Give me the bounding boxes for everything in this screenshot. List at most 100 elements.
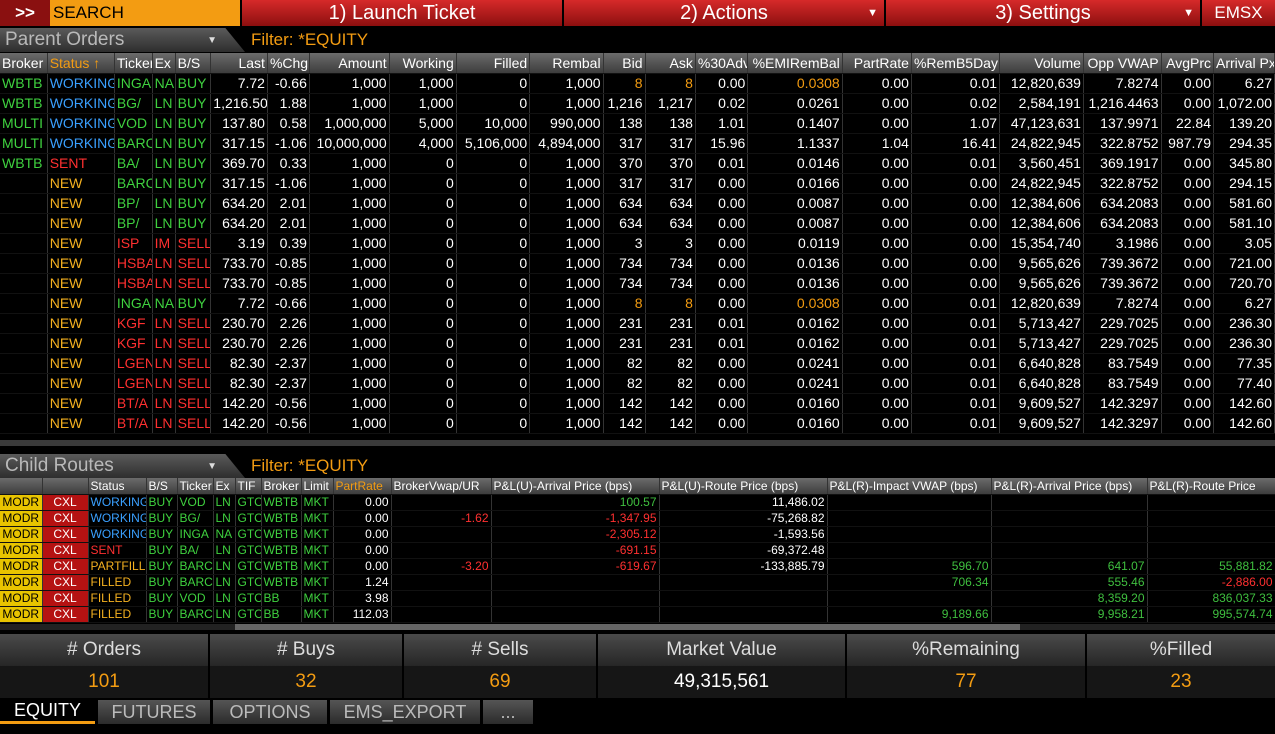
column-header[interactable]: Bid [603, 53, 646, 74]
cancel-route-button[interactable]: CXL [42, 542, 89, 559]
table-row[interactable]: MODR CXL FILLED BUY VOD LN GTC BB MKT 3.98 8,359.2… [0, 590, 1275, 607]
tab-ems-export[interactable]: EMS_EXPORT [330, 700, 480, 724]
modify-route-button[interactable]: MODR [0, 526, 43, 543]
settings-menu-button[interactable]: 3) Settings ▼ [884, 0, 1200, 26]
column-header[interactable]: Working [389, 53, 457, 74]
modify-route-button[interactable]: MODR [0, 558, 43, 575]
table-row[interactable]: MODR CXL WORKING BUY INGA NA GTC WBTB MKT 0.00 -2,… [0, 526, 1275, 543]
table-row[interactable]: WBTB WORKING BG/LN BUY 1,216.50 1.88 1,000 1,00… [0, 93, 1275, 114]
column-header[interactable]: Opp VWAP [1083, 53, 1162, 74]
parent-orders-tab[interactable]: Parent Orders ▼ [0, 28, 245, 52]
cancel-route-button[interactable]: CXL [42, 526, 89, 543]
column-header[interactable]: P&L(R)-Arrival Price (bps) [991, 478, 1148, 495]
modify-route-button[interactable]: MODR [0, 574, 43, 591]
table-row[interactable]: NEW HSBA LN SELL 733.70 -0.85 1,000 0 0 1,000 734 7… [0, 273, 1275, 294]
table-row[interactable]: NEW LGEN LN SELL 82.30 -2.37 1,000 0 0 1,000 82 82 0… [0, 353, 1275, 374]
column-header[interactable]: P&L(R)-Impact VWAP (bps) [827, 478, 992, 495]
column-header[interactable]: BrokerVwap/UR [391, 478, 492, 495]
chevron-down-icon[interactable]: ▼ [207, 35, 217, 46]
column-header[interactable]: %RemB5Day [911, 53, 1001, 74]
column-header[interactable]: P&L(U)-Arrival Price (bps) [491, 478, 660, 495]
column-header[interactable]: %EMIRemBal [747, 53, 843, 74]
table-row[interactable]: NEW ISP IM SELL 3.19 0.39 1,000 0 0 1,000 3 3 0.00 0.… [0, 233, 1275, 254]
modify-route-button[interactable]: MODR [0, 590, 43, 607]
column-header[interactable]: Filled [456, 53, 531, 74]
table-row[interactable]: MODR CXL FILLED BUY BARC LN GTC WBTB MKT 1.24 706.… [0, 574, 1275, 591]
column-header[interactable]: TIF [235, 478, 262, 495]
column-header[interactable]: Volume [999, 53, 1084, 74]
modify-route-button[interactable]: MODR [0, 606, 43, 623]
table-row[interactable]: MODR CXL WORKING BUY VOD LN GTC WBTB MKT 0.00 100.… [0, 494, 1275, 511]
column-header[interactable]: Broker [0, 53, 48, 74]
child-scrollbar[interactable] [0, 624, 1275, 630]
column-header[interactable]: B/S [146, 478, 178, 495]
column-header[interactable]: Ex [213, 478, 236, 495]
table-row[interactable]: NEW KGF LN SELL 230.70 2.26 1,000 0 0 1,000 231 231… [0, 333, 1275, 354]
column-header[interactable]: P&L(U)-Route Price (bps) [659, 478, 828, 495]
column-header[interactable]: Arrival Px [1213, 53, 1275, 74]
child-routes-tab[interactable]: Child Routes ▼ [0, 454, 245, 478]
emsx-button[interactable]: EMSX [1200, 0, 1275, 26]
table-row[interactable]: NEW BARC LN BUY 317.15 -1.06 1,000 0 0 1,000 317 31… [0, 173, 1275, 194]
column-header[interactable]: Ticker [114, 53, 153, 74]
cancel-route-button[interactable]: CXL [42, 606, 89, 623]
column-header[interactable]: P&L(R)-Route Price [1147, 478, 1275, 495]
column-header[interactable]: Status ↑ [47, 53, 115, 74]
table-row[interactable]: MULTI WORKING VOD LN BUY 137.80 0.58 1,000,000 5… [0, 113, 1275, 134]
table-cell: 142 [645, 393, 696, 414]
cancel-route-button[interactable]: CXL [42, 590, 89, 607]
column-header[interactable]: PartRate [842, 53, 912, 74]
search-box[interactable]: >> SEARCH [0, 0, 240, 26]
column-header[interactable]: B/S [175, 53, 212, 74]
tab-futures[interactable]: FUTURES [98, 700, 210, 724]
column-header[interactable] [0, 478, 43, 495]
table-row[interactable]: NEW BP/LN BUY 634.20 2.01 1,000 0 0 1,000 634 634 0… [0, 213, 1275, 234]
table-row[interactable]: NEW BT/A LN SELL 142.20 -0.56 1,000 0 0 1,000 142 1… [0, 393, 1275, 414]
table-row[interactable]: NEW HSBA LN SELL 733.70 -0.85 1,000 0 0 1,000 734 7… [0, 253, 1275, 274]
search-label[interactable]: SEARCH [50, 3, 124, 23]
column-header[interactable]: AvgPrc [1161, 53, 1215, 74]
column-header[interactable]: Limit [301, 478, 334, 495]
column-header[interactable]: Ticker [177, 478, 214, 495]
column-header[interactable]: Rembal [529, 53, 604, 74]
column-header[interactable]: %Chg [267, 53, 310, 74]
table-row[interactable]: MODR CXL FILLED BUY BARC LN GTC BB MKT 112.03 9,18… [0, 606, 1275, 623]
cancel-route-button[interactable]: CXL [42, 494, 89, 511]
column-header[interactable] [42, 478, 89, 495]
cancel-route-button[interactable]: CXL [42, 510, 89, 527]
column-header[interactable]: Ex [152, 53, 176, 74]
table-row[interactable]: WBTB WORKING INGA NA BUY 7.72 -0.66 1,000 1,000 0… [0, 73, 1275, 94]
modify-route-button[interactable]: MODR [0, 494, 43, 511]
table-row[interactable]: NEW BP/LN BUY 634.20 2.01 1,000 0 0 1,000 634 634 0… [0, 193, 1275, 214]
column-header[interactable]: Amount [309, 53, 390, 74]
column-header[interactable]: %30Adv [695, 53, 749, 74]
table-row[interactable]: MODR CXL SENT BUY BA/LN GTC WBTB MKT 0.00 -691.15… [0, 542, 1275, 559]
chevron-down-icon[interactable]: ▼ [207, 461, 217, 472]
table-row[interactable]: NEW INGA NA BUY 7.72 -0.66 1,000 0 0 1,000 8 8 0.00 0… [0, 293, 1275, 314]
table-row[interactable]: NEW LGEN LN SELL 82.30 -2.37 1,000 0 0 1,000 82 82 0… [0, 373, 1275, 394]
parent-filter-label[interactable]: Filter: *EQUITY [251, 30, 368, 50]
column-header[interactable]: Broker [261, 478, 302, 495]
launch-ticket-button[interactable]: 1) Launch Ticket [240, 0, 562, 26]
tab-equity[interactable]: EQUITY [0, 700, 95, 724]
table-row[interactable]: MODR CXL WORKING BUY BG/LN GTC WBTB MKT 0.00 -1.6… [0, 510, 1275, 527]
modify-route-button[interactable]: MODR [0, 510, 43, 527]
tab-more[interactable]: ... [483, 700, 533, 724]
column-header[interactable]: Status [88, 478, 147, 495]
table-row[interactable]: MULTI WORKING BARC LN BUY 317.15 -1.06 10,000,0… [0, 133, 1275, 154]
table-row[interactable]: NEW BT/A LN SELL 142.20 -0.56 1,000 0 0 1,000 142 1… [0, 413, 1275, 434]
column-header[interactable]: Ask [645, 53, 696, 74]
cancel-route-button[interactable]: CXL [42, 558, 89, 575]
parent-scrollbar[interactable] [0, 440, 1275, 446]
child-filter-label[interactable]: Filter: *EQUITY [251, 456, 368, 476]
table-row[interactable]: NEW KGF LN SELL 230.70 2.26 1,000 0 0 1,000 231 231… [0, 313, 1275, 334]
command-arrows-icon[interactable]: >> [0, 0, 50, 26]
table-row[interactable]: WBTB SENT BA/LN BUY 369.70 0.33 1,000 0 0 1,000 37… [0, 153, 1275, 174]
actions-menu-button[interactable]: 2) Actions ▼ [562, 0, 884, 26]
table-row[interactable]: MODR CXL PARTFILL BUY BARC LN GTC WBTB MKT 0.00 -3… [0, 558, 1275, 575]
modify-route-button[interactable]: MODR [0, 542, 43, 559]
column-header[interactable]: Last [210, 53, 268, 74]
column-header[interactable]: PartRate [333, 478, 392, 495]
cancel-route-button[interactable]: CXL [42, 574, 89, 591]
tab-options[interactable]: OPTIONS [213, 700, 327, 724]
